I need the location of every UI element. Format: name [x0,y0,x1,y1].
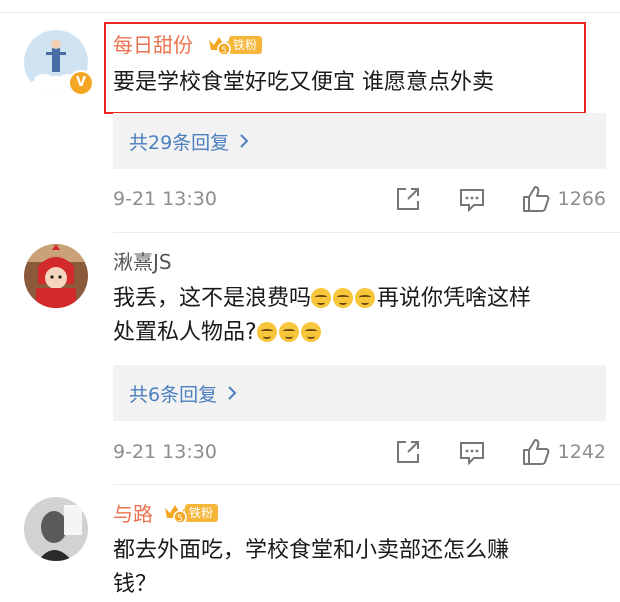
share-icon[interactable] [395,186,421,212]
like-icon[interactable] [521,184,551,214]
username[interactable]: 与路 [113,501,153,527]
chevron-right-icon [240,134,249,148]
comment-icon[interactable] [459,440,485,466]
timestamp: 9-21 13:30 [113,188,217,210]
avatar[interactable] [24,244,88,308]
svg-text:5: 5 [177,514,183,524]
reply-count-label: 共6条回复 [129,383,218,406]
comment-text: 我丢，这不是浪费吗 再说你凭啥这样 处置私人物品? [113,282,603,350]
comment-text-line: 钱？ [113,572,158,597]
comment-text: 都去外面吃，学校食堂和小卖部还怎么赚 钱？ [113,534,603,602]
smirk-emoji [333,288,354,308]
smirk-emoji [278,322,299,342]
crown-icon: 5 [163,502,187,524]
reply-link[interactable]: 共6条回复 [113,365,606,421]
smirk-emoji [311,288,332,308]
comment-icon[interactable] [459,187,485,213]
divider [113,484,620,485]
smirk-emoji [256,322,277,342]
username[interactable]: 湫熹JS [113,249,172,275]
comment-text-part: 我丢，这不是浪费吗 [113,286,312,311]
reply-count-label: 共29条回复 [129,131,230,154]
like-icon[interactable] [521,437,551,467]
comment-meta: 9-21 13:30 1266 [113,186,606,214]
like-count: 1242 [557,441,606,463]
top-divider [0,12,620,13]
smirk-emoji [300,322,321,342]
comment-meta: 9-21 13:30 1242 [113,439,606,467]
like-count: 1266 [557,188,606,210]
share-icon[interactable] [395,439,421,465]
timestamp: 9-21 13:30 [113,441,217,463]
fan-badge: 5 铁粉 [163,502,219,524]
comment-text-line: 都去外面吃，学校食堂和小卖部还怎么赚 [113,538,510,563]
verified-badge-icon: V [68,70,94,96]
avatar[interactable] [24,497,88,561]
comment-text-part: 处置私人物品? [113,320,257,345]
highlight-box [104,22,586,114]
chevron-right-icon [228,386,237,400]
comment-text-part: 再说你凭啥这样 [377,286,532,311]
smirk-emoji [355,288,376,308]
divider [113,232,620,233]
reply-link[interactable]: 共29条回复 [113,113,606,169]
fan-badge-label: 铁粉 [185,504,219,522]
